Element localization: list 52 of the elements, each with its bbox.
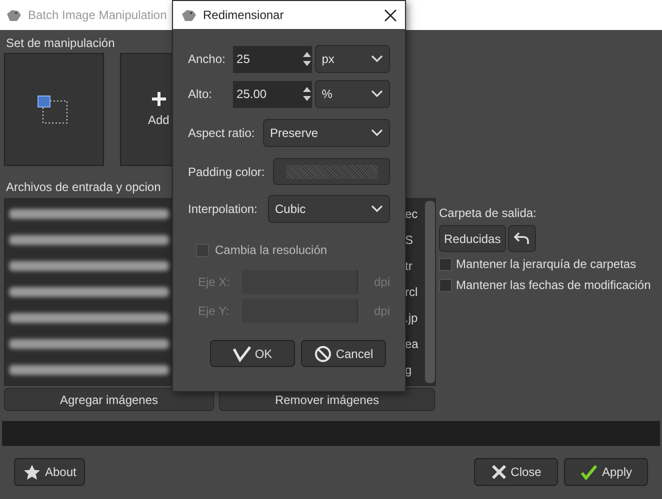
- output-label: Carpeta de salida:: [439, 205, 538, 222]
- apply-button[interactable]: Apply: [564, 458, 648, 486]
- scrollbar[interactable]: [425, 201, 435, 383]
- app-icon: [6, 8, 22, 22]
- star-icon: [23, 464, 41, 480]
- ok-button[interactable]: OK: [210, 340, 295, 367]
- close-icon: [490, 464, 507, 480]
- dropdown[interactable]: Cubic: [268, 195, 390, 223]
- chevron-down-icon: [371, 90, 384, 98]
- option-label: Mantener la jerarquía de carpetas: [456, 256, 636, 273]
- spin-field[interactable]: 25: [232, 46, 312, 72]
- undo-button[interactable]: [508, 225, 536, 252]
- dropdown[interactable]: px: [314, 45, 390, 73]
- checkbox[interactable]: [439, 258, 452, 270]
- color-swatch-button[interactable]: [273, 158, 390, 185]
- file-name-fragment: S: [405, 232, 414, 248]
- manipulation-tile[interactable]: [4, 53, 104, 166]
- about-button[interactable]: About: [14, 458, 86, 486]
- checkbox[interactable]: [439, 278, 452, 292]
- field-label: Padding color:: [188, 164, 265, 180]
- add-label: Add: [148, 112, 170, 128]
- chevron-down-icon: [371, 205, 383, 213]
- file-name-fragment: ea: [405, 336, 420, 352]
- undo-icon: [514, 232, 530, 246]
- close-icon[interactable]: [384, 8, 397, 22]
- option-label: Mantener las fechas de modificación: [456, 277, 651, 294]
- chevron-down-icon: [371, 55, 384, 63]
- window-title: Batch Image Manipulation: [28, 7, 167, 24]
- cancel-icon: [314, 344, 332, 362]
- add-images-button[interactable]: Agregar imágenes: [4, 388, 214, 411]
- cancel-button[interactable]: Cancel: [301, 340, 386, 367]
- file-name-fragment: .jp: [405, 310, 419, 326]
- dropdown[interactable]: %: [314, 80, 390, 108]
- close-button[interactable]: Close: [474, 458, 558, 486]
- field-label: Interpolation:: [188, 201, 258, 218]
- field-label: Alto:: [188, 86, 214, 103]
- checkbox-label: Cambia la resolución: [215, 242, 328, 259]
- file-name-fragment: tr: [405, 258, 414, 274]
- checkmark-icon: [232, 346, 251, 362]
- app-icon: [181, 8, 197, 22]
- file-name-fragment: ec: [405, 206, 419, 222]
- dropdown[interactable]: Preserve: [263, 119, 390, 147]
- file-name-fragment: rcl: [405, 284, 419, 300]
- chevron-down-icon: [371, 129, 383, 137]
- group-label: Set de manipulación: [5, 35, 115, 52]
- checkbox[interactable]: [196, 244, 209, 256]
- plus-icon: [151, 90, 167, 106]
- spin-field[interactable]: 25.00: [232, 80, 312, 108]
- check-icon: [580, 464, 598, 480]
- dialog-title: Redimensionar: [203, 7, 285, 24]
- group-label: Archivos de entrada y opcion: [5, 179, 161, 196]
- output-folder-button[interactable]: Reducidas: [439, 225, 506, 252]
